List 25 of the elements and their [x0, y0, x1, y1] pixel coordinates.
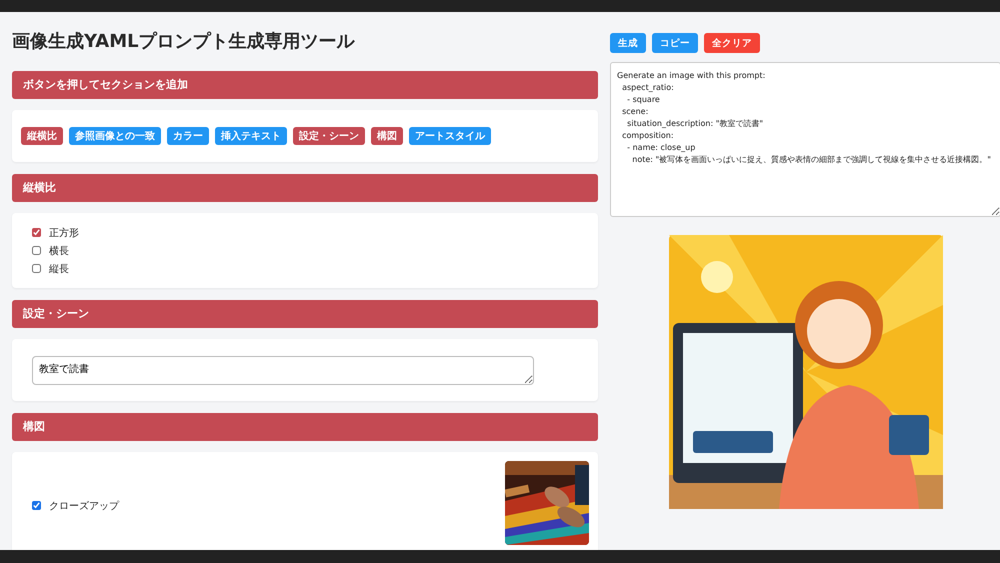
checkbox-label: 横長: [49, 244, 69, 258]
action-button[interactable]: 生成: [610, 33, 646, 53]
checkbox-label: 縦長: [49, 262, 69, 276]
checkbox-label: クローズアップ: [49, 500, 119, 512]
add-section-button[interactable]: 縦横比: [21, 127, 63, 145]
add-section-button[interactable]: 構図: [371, 127, 403, 145]
checkbox[interactable]: [32, 246, 41, 255]
checkbox[interactable]: [32, 501, 41, 510]
action-button[interactable]: 全クリア: [704, 33, 760, 53]
section-header: ボタンを押してセクションを追加: [12, 71, 598, 99]
section-header: 構図: [12, 413, 598, 441]
action-button[interactable]: コピー: [652, 33, 698, 53]
section-header: 縦横比: [12, 174, 598, 202]
page-title: 画像生成YAMLプロンプト生成専用ツール: [12, 31, 356, 53]
checkbox[interactable]: [32, 228, 41, 237]
add-section-button[interactable]: カラー: [167, 127, 209, 145]
checkbox[interactable]: [32, 264, 41, 273]
add-section-button[interactable]: 設定・シーン: [293, 127, 365, 145]
scene-input-field[interactable]: 教室で読書: [32, 356, 534, 385]
checkbox-label: 正方形: [49, 226, 79, 240]
add-section-button[interactable]: 参照画像との一致: [69, 127, 161, 145]
section-header: 設定・シーン: [12, 300, 598, 328]
prompt-output-field[interactable]: Generate an image with this prompt: aspect_ratio: - square scene: situation_description: "教室で読書" composition: - name: close_up note: "被写体を画面いっぱいに捉え、質感や表情の細部まで強調して視線を集中させる近接構図。": [610, 62, 1000, 217]
add-section-button[interactable]: 挿入テキスト: [215, 127, 287, 145]
add-section-button[interactable]: アートスタイル: [409, 127, 491, 145]
